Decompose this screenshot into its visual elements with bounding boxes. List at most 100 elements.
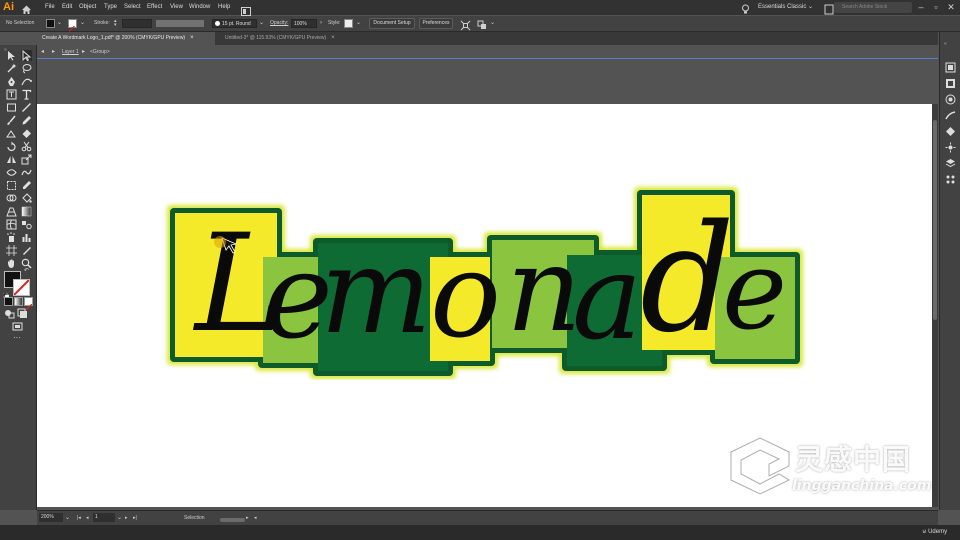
pencil-tool-icon[interactable] <box>21 115 32 126</box>
color-panel-icon[interactable] <box>945 62 956 73</box>
menu-select[interactable]: Select <box>124 0 141 15</box>
slice-tool-icon[interactable] <box>21 245 32 256</box>
close-tab-icon[interactable]: × <box>331 35 335 41</box>
status-menu-icon[interactable]: ▸ <box>246 511 249 525</box>
reflect-tool-icon[interactable] <box>6 154 17 165</box>
shaper-tool-icon[interactable] <box>6 128 17 139</box>
menu-view[interactable]: View <box>170 0 183 15</box>
last-artboard-icon[interactable]: ▸| <box>133 511 137 525</box>
eyedropper-tool-icon[interactable] <box>21 180 32 191</box>
eraser-tool-icon[interactable] <box>21 128 32 139</box>
artboard-tool-icon[interactable] <box>6 245 17 256</box>
menu-effect[interactable]: Effect <box>147 0 162 15</box>
artboard-dropdown-icon[interactable]: ⌄ <box>117 511 122 525</box>
brush-dropdown-icon[interactable]: ⌄ <box>259 16 264 31</box>
edit-toolbar-icon[interactable]: ··· <box>13 333 21 342</box>
blend-tool-icon[interactable] <box>21 219 32 230</box>
stroke-swatch[interactable] <box>68 19 77 32</box>
horizontal-scroll-thumb[interactable] <box>220 518 245 522</box>
zoom-field[interactable]: 200% <box>39 513 63 522</box>
variable-width-profile[interactable] <box>156 20 204 27</box>
rotate-tool-icon[interactable] <box>6 141 17 152</box>
close-tab-icon[interactable]: × <box>190 35 194 41</box>
previous-artboard-icon[interactable]: ◂ <box>86 511 89 525</box>
symbols-panel-icon[interactable] <box>945 126 956 137</box>
arrange-dropdown-icon[interactable]: ⌄ <box>490 16 495 31</box>
color-mode-icon[interactable] <box>4 297 13 306</box>
magic-wand-icon[interactable] <box>6 63 17 74</box>
maximize-button[interactable]: ▫ <box>930 1 942 14</box>
default-colors-icon[interactable] <box>2 286 10 300</box>
swap-colors-icon[interactable]: ↶ <box>24 267 29 274</box>
first-artboard-icon[interactable]: |◂ <box>77 511 81 525</box>
gradient-tool-icon[interactable] <box>21 206 32 217</box>
back-arrow-icon[interactable]: ◂ <box>41 46 44 58</box>
tab-create-wordmark[interactable]: Create A Wordmark Logo_1.pdf* @ 200% (CM… <box>37 32 215 45</box>
menu-type[interactable]: Type <box>104 0 117 15</box>
opacity-dropdown-icon[interactable]: › <box>320 16 322 31</box>
scroll-left-icon[interactable]: ◂ <box>254 511 257 525</box>
opacity-label[interactable]: Opacity: <box>270 16 288 31</box>
next-artboard-icon[interactable]: ▸ <box>125 511 128 525</box>
artboard-number-field[interactable]: 1 <box>93 513 115 522</box>
brushes-panel-icon[interactable] <box>945 110 956 121</box>
pen-tool-icon[interactable] <box>6 76 17 87</box>
arrange-documents-icon[interactable] <box>241 3 251 16</box>
shape-builder-tool-icon[interactable] <box>6 193 17 204</box>
warp-tool-icon[interactable] <box>21 167 32 178</box>
curvature-tool-icon[interactable] <box>21 76 32 87</box>
symbol-sprayer-icon[interactable] <box>6 232 17 243</box>
none-mode-icon[interactable] <box>24 297 33 312</box>
stroke-stepper[interactable]: ▴ ▾ <box>114 19 121 28</box>
menu-window[interactable]: Window <box>189 0 210 15</box>
breadcrumb-group[interactable]: <Group> <box>90 46 110 58</box>
stock-search-input[interactable]: Search Adobe Stock <box>834 2 912 13</box>
scale-tool-icon[interactable] <box>21 154 32 165</box>
style-dropdown-icon[interactable]: ⌄ <box>356 16 361 31</box>
tab-untitled-3[interactable]: Untitled-3* @ 115.93% (CMYK/GPU Preview)… <box>220 32 370 45</box>
close-button[interactable]: ✕ <box>945 1 957 14</box>
menu-edit[interactable]: Edit <box>62 0 72 15</box>
direct-selection-tool-icon[interactable] <box>21 50 32 61</box>
gradient-mode-icon[interactable] <box>14 297 23 306</box>
column-graph-icon[interactable] <box>21 232 32 243</box>
graphic-style-swatch[interactable] <box>344 19 353 28</box>
menu-file[interactable]: File <box>45 0 55 15</box>
perspective-grid-icon[interactable] <box>6 206 17 217</box>
fill-swatch[interactable] <box>46 19 55 28</box>
type-tool-icon[interactable] <box>21 89 32 100</box>
lemonade-wordmark[interactable]: Lemo nade <box>160 180 810 380</box>
arrange-icon[interactable] <box>477 18 488 29</box>
draw-behind-icon[interactable] <box>17 308 28 319</box>
menu-help[interactable]: Help <box>218 0 230 15</box>
live-paint-bucket-icon[interactable] <box>21 193 32 204</box>
selection-tool-icon[interactable] <box>6 50 17 61</box>
breadcrumb-layer[interactable]: Layer 1 <box>62 46 79 58</box>
scissors-tool-icon[interactable] <box>21 141 32 152</box>
line-segment-tool-icon[interactable] <box>21 102 32 113</box>
stroke-dropdown-icon[interactable]: ⌄ <box>80 16 85 31</box>
area-type-tool-icon[interactable] <box>6 89 17 100</box>
minimize-button[interactable]: – <box>915 1 927 14</box>
screen-mode-icon[interactable] <box>12 321 23 332</box>
paintbrush-tool-icon[interactable] <box>6 115 17 126</box>
swatches-panel-icon[interactable] <box>945 78 956 89</box>
appearance-panel-icon[interactable] <box>945 142 956 153</box>
dock-collapse-icon[interactable]: « <box>944 41 947 47</box>
stroke-weight-field[interactable] <box>122 19 152 28</box>
color-guide-icon[interactable] <box>945 94 956 105</box>
rectangle-tool-icon[interactable] <box>6 102 17 113</box>
home-icon[interactable] <box>21 2 32 14</box>
width-tool-icon[interactable] <box>6 167 17 178</box>
layers-panel-icon[interactable] <box>945 158 956 169</box>
asset-export-icon[interactable] <box>945 174 956 185</box>
free-transform-tool-icon[interactable] <box>6 180 17 191</box>
document-setup-button[interactable]: Document Setup <box>369 18 415 29</box>
zoom-dropdown-icon[interactable]: ⌄ <box>65 511 70 525</box>
lightbulb-icon[interactable] <box>741 2 750 14</box>
menu-object[interactable]: Object <box>79 0 96 15</box>
opacity-field[interactable]: 100% <box>291 19 317 28</box>
mesh-tool-icon[interactable] <box>6 219 17 230</box>
workspace-switcher[interactable]: Essentials Classic ⌄ <box>758 1 818 14</box>
brush-definition[interactable]: 15 pt. Round <box>212 19 257 28</box>
